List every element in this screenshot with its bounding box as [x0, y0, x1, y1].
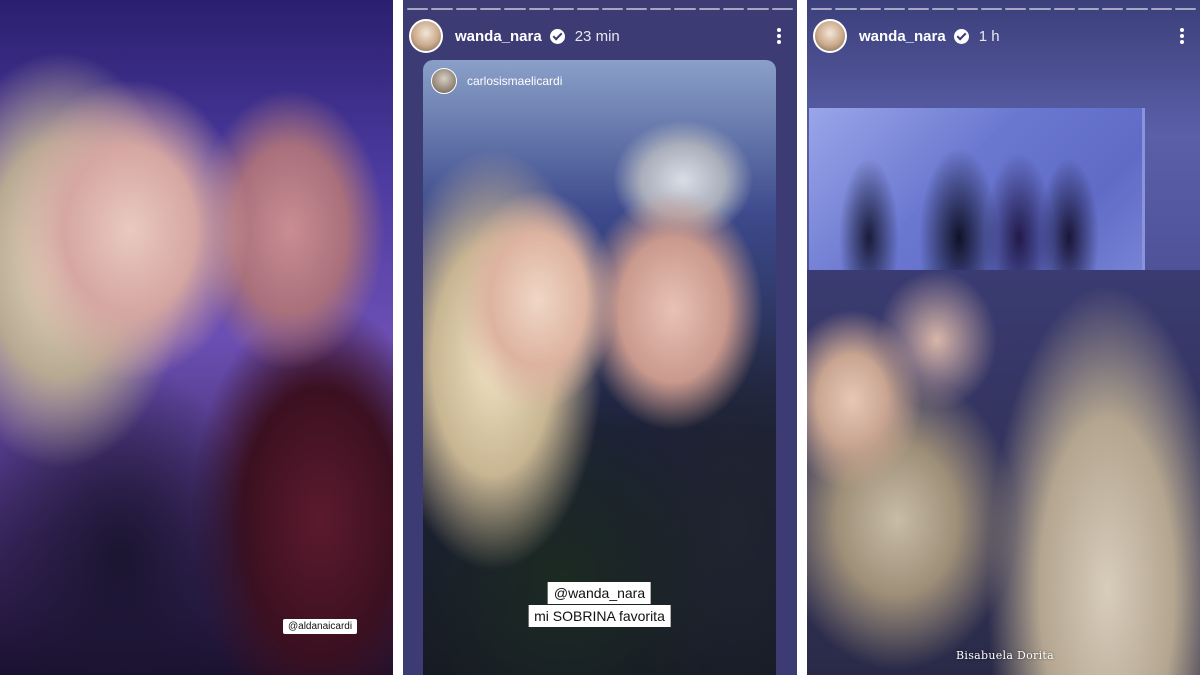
progress-segment: [407, 8, 429, 10]
story-photo-panel-left: @aldanaicardi: [0, 0, 393, 675]
story-header: wanda_nara 1 h: [813, 18, 1190, 54]
progress-segment: [504, 8, 526, 10]
progress-segment: [1102, 8, 1124, 10]
progress-segment: [601, 8, 623, 10]
profile-avatar[interactable]: [409, 19, 443, 53]
mention-tag[interactable]: @aldanaicardi: [283, 619, 358, 634]
profile-avatar[interactable]: [813, 19, 847, 53]
story-panel-right: wanda_nara 1 h Bisabuela Dorita: [807, 0, 1200, 675]
caption-sticker: @wanda_nara mi SOBRINA favorita: [528, 581, 671, 627]
caption-text: mi SOBRINA favorita: [528, 605, 671, 627]
progress-segment: [835, 8, 857, 10]
progress-segment: [723, 8, 745, 10]
progress-segment: [956, 8, 978, 10]
shared-post-avatar[interactable]: [431, 68, 457, 94]
story-panel-center: wanda_nara 23 min carlosismaelicardi @wa…: [403, 0, 797, 675]
progress-segment: [883, 8, 905, 10]
progress-segment: [908, 8, 930, 10]
verified-badge-icon: [953, 28, 969, 44]
party-photo: [807, 0, 1200, 675]
progress-segment: [747, 8, 769, 10]
progress-segment: [674, 8, 696, 10]
progress-segment: [1126, 8, 1148, 10]
story-username[interactable]: wanda_nara: [455, 28, 542, 45]
progress-segment: [528, 8, 550, 10]
progress-segment: [1053, 8, 1075, 10]
progress-segment: [455, 8, 477, 10]
caption-text: Bisabuela Dorita: [956, 649, 1055, 662]
progress-segment: [980, 8, 1002, 10]
progress-segment: [431, 8, 453, 10]
progress-segment: [650, 8, 672, 10]
progress-segment: [552, 8, 575, 10]
story-progress-bar: [811, 8, 1196, 10]
progress-segment: [1005, 8, 1027, 10]
story-timestamp: 23 min: [574, 27, 620, 45]
progress-segment: [577, 8, 599, 10]
story-timestamp: 1 h: [978, 27, 1000, 45]
progress-segment: [1174, 8, 1196, 10]
more-vertical-icon[interactable]: [1174, 26, 1190, 46]
shared-post-username[interactable]: carlosismaelicardi: [467, 74, 562, 88]
story-username[interactable]: wanda_nara: [859, 28, 946, 45]
more-vertical-icon[interactable]: [771, 26, 787, 46]
progress-segment: [1077, 8, 1099, 10]
progress-segment: [1150, 8, 1172, 10]
progress-segment: [1029, 8, 1051, 10]
crowd-scene: [807, 270, 1200, 675]
progress-segment: [771, 8, 793, 10]
progress-segment: [811, 8, 833, 10]
shared-post-card[interactable]: carlosismaelicardi @wanda_nara mi SOBRIN…: [423, 60, 776, 675]
selfie-photo: [0, 0, 393, 675]
story-progress-bar: [407, 8, 793, 10]
progress-segment: [859, 8, 881, 10]
shared-post-header[interactable]: carlosismaelicardi: [431, 68, 562, 94]
story-header: wanda_nara 23 min: [409, 18, 787, 54]
verified-badge-icon: [549, 28, 565, 44]
mention-tag[interactable]: @wanda_nara: [547, 582, 652, 604]
progress-segment: [932, 8, 954, 10]
progress-segment: [479, 8, 502, 10]
progress-segment: [625, 8, 648, 10]
progress-segment: [698, 8, 721, 10]
